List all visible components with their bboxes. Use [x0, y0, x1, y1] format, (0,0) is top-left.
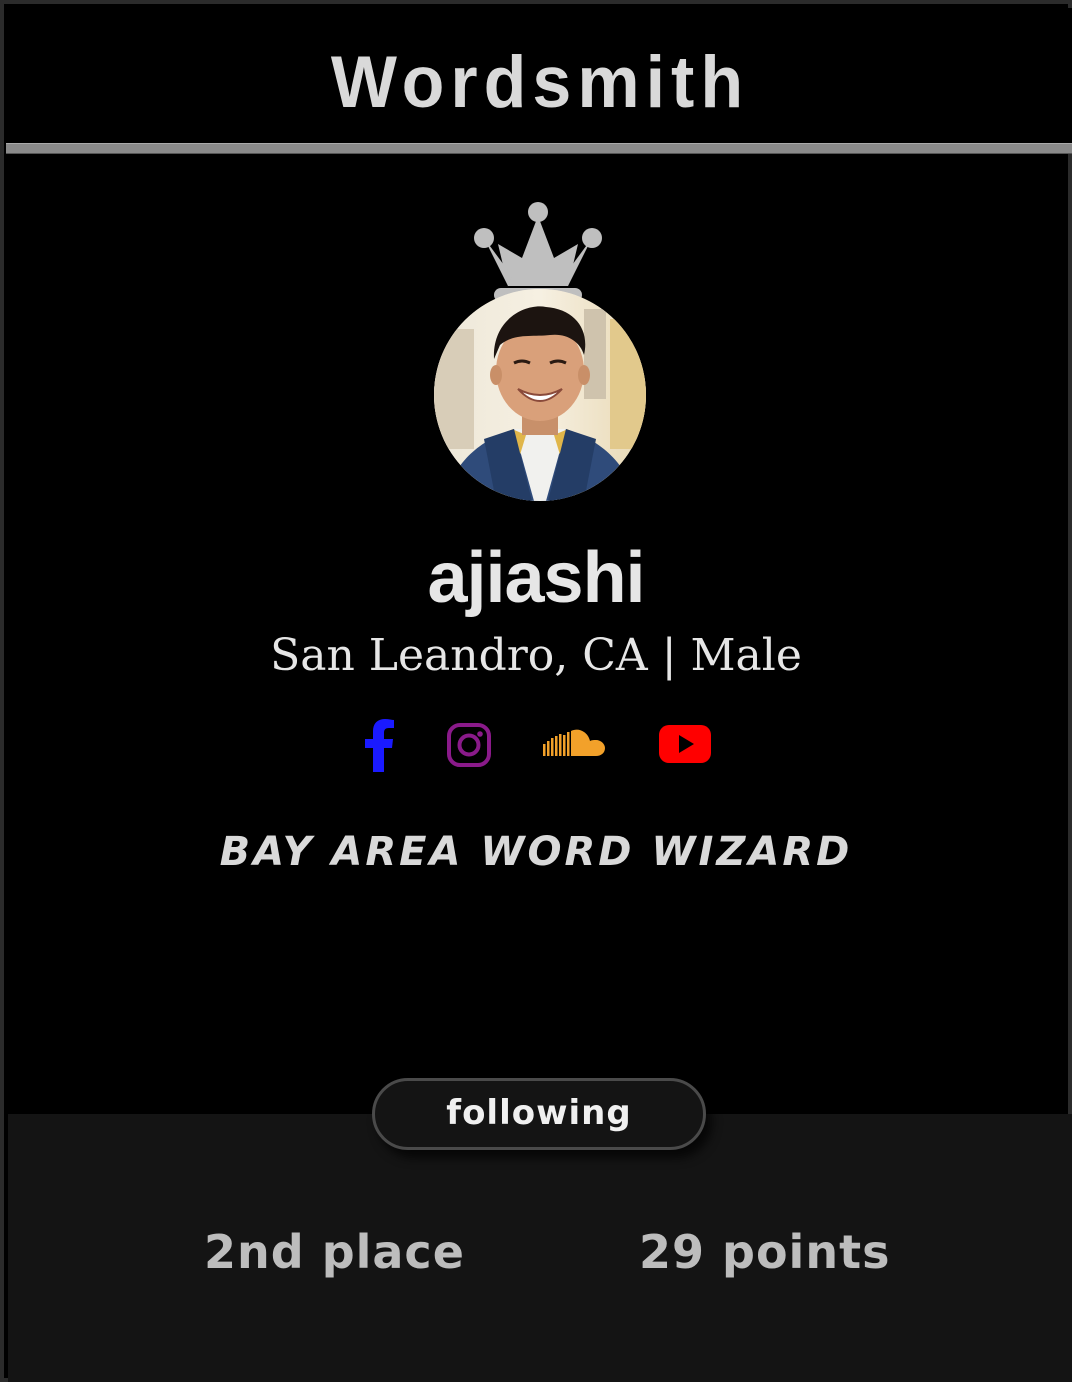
- profile-username: ajiashi: [427, 538, 645, 618]
- youtube-icon[interactable]: [658, 724, 712, 764]
- app-header: Wordsmith: [8, 8, 1072, 144]
- avatar: [434, 289, 646, 501]
- soundcloud-icon[interactable]: [542, 728, 606, 758]
- app-title: Wordsmith: [330, 41, 750, 123]
- points-stat: 29 points: [639, 1225, 891, 1279]
- social-links: [4, 716, 1068, 776]
- profile-tagline: BAY AREA WORD WIZARD: [219, 829, 853, 875]
- profile-meta: San Leandro, CA | Male: [270, 630, 802, 681]
- instagram-icon[interactable]: [446, 722, 492, 768]
- following-button[interactable]: following: [372, 1078, 706, 1150]
- avatar-image: [434, 289, 646, 501]
- facebook-icon[interactable]: [362, 716, 396, 772]
- app-frame: Wordsmith ajiashi San Leandro, CA | Male…: [0, 0, 1072, 1382]
- header-divider: [6, 143, 1072, 154]
- rank-stat: 2nd place: [204, 1225, 465, 1279]
- stats-panel: [8, 1114, 1072, 1382]
